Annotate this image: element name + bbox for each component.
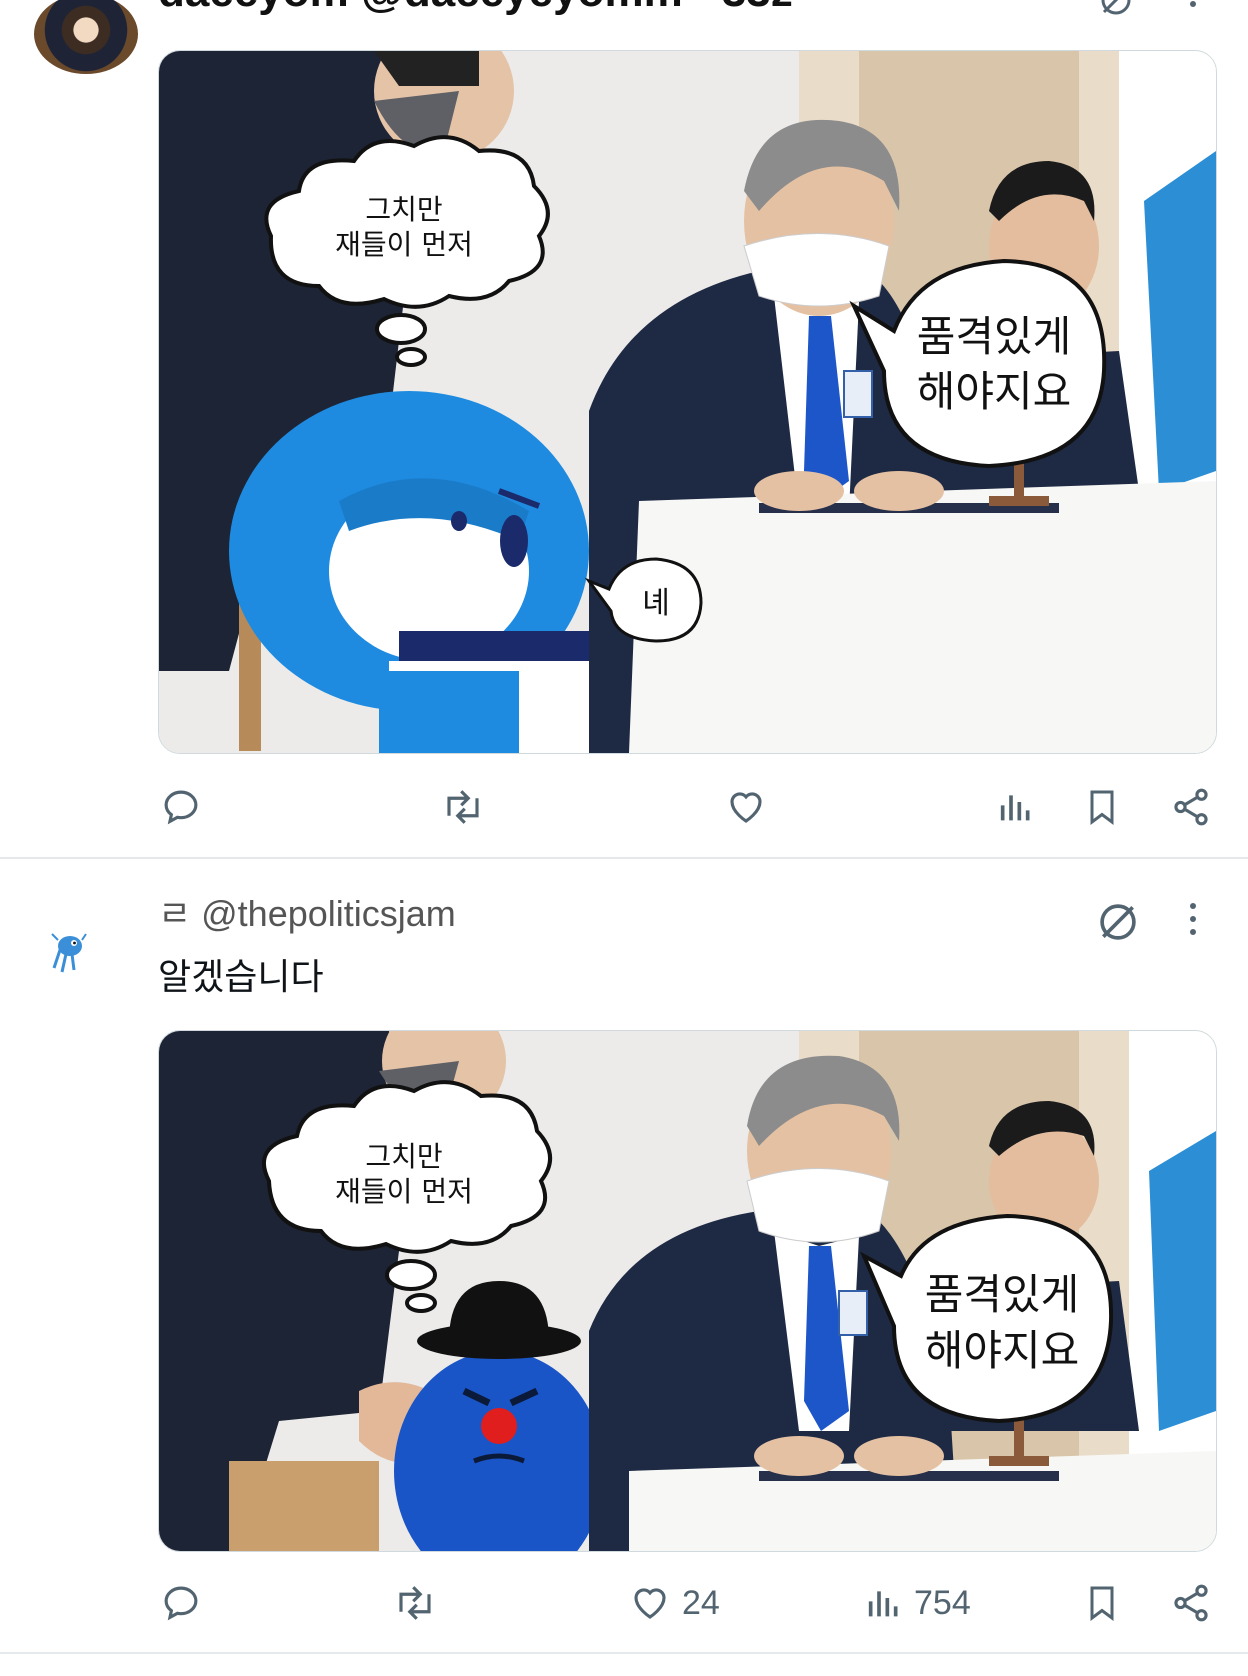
views-icon	[868, 1591, 898, 1617]
tweet-handle[interactable]: ㄹ @thepoliticsjam	[158, 892, 456, 936]
retweet-icon	[399, 1586, 431, 1620]
bookmark-button[interactable]	[1082, 1578, 1122, 1628]
bookmark-icon	[1090, 1586, 1114, 1621]
reply-button[interactable]	[160, 1578, 212, 1628]
heart-icon	[634, 1588, 666, 1619]
thought-line-2: 재들이 먼저	[335, 1175, 473, 1208]
like-button[interactable]: 24	[628, 1578, 720, 1628]
share-icon	[1174, 1584, 1208, 1622]
tweet-media-image[interactable]: 그치만 재들이 먼저 품격있게 해야지요	[158, 1030, 1217, 1552]
views-button[interactable]: 754	[864, 1578, 971, 1628]
grok-icon[interactable]	[1096, 900, 1140, 944]
tweet-divider	[0, 857, 1248, 859]
views-count: 754	[914, 1583, 971, 1622]
tweet-actions: 24 754	[0, 1578, 1248, 1628]
avatar[interactable]	[46, 928, 88, 976]
share-button[interactable]	[1170, 1578, 1212, 1628]
more-options-icon[interactable]	[1188, 903, 1198, 935]
speech-line-1: 품격있게	[925, 1270, 1080, 1319]
tweet-2: ㄹ @thepoliticsjam 알겠습니다 그치만 재들이 먼저 품격있게 …	[0, 0, 1248, 1622]
reply-icon	[164, 1586, 198, 1621]
speech-line-2: 해야지요	[925, 1326, 1080, 1375]
retweet-button[interactable]	[392, 1578, 448, 1628]
tweet-divider	[0, 1652, 1248, 1654]
tweet-text: 알겠습니다	[158, 957, 324, 998]
like-count: 24	[682, 1583, 720, 1622]
thought-line-1: 그치만	[365, 1140, 442, 1173]
